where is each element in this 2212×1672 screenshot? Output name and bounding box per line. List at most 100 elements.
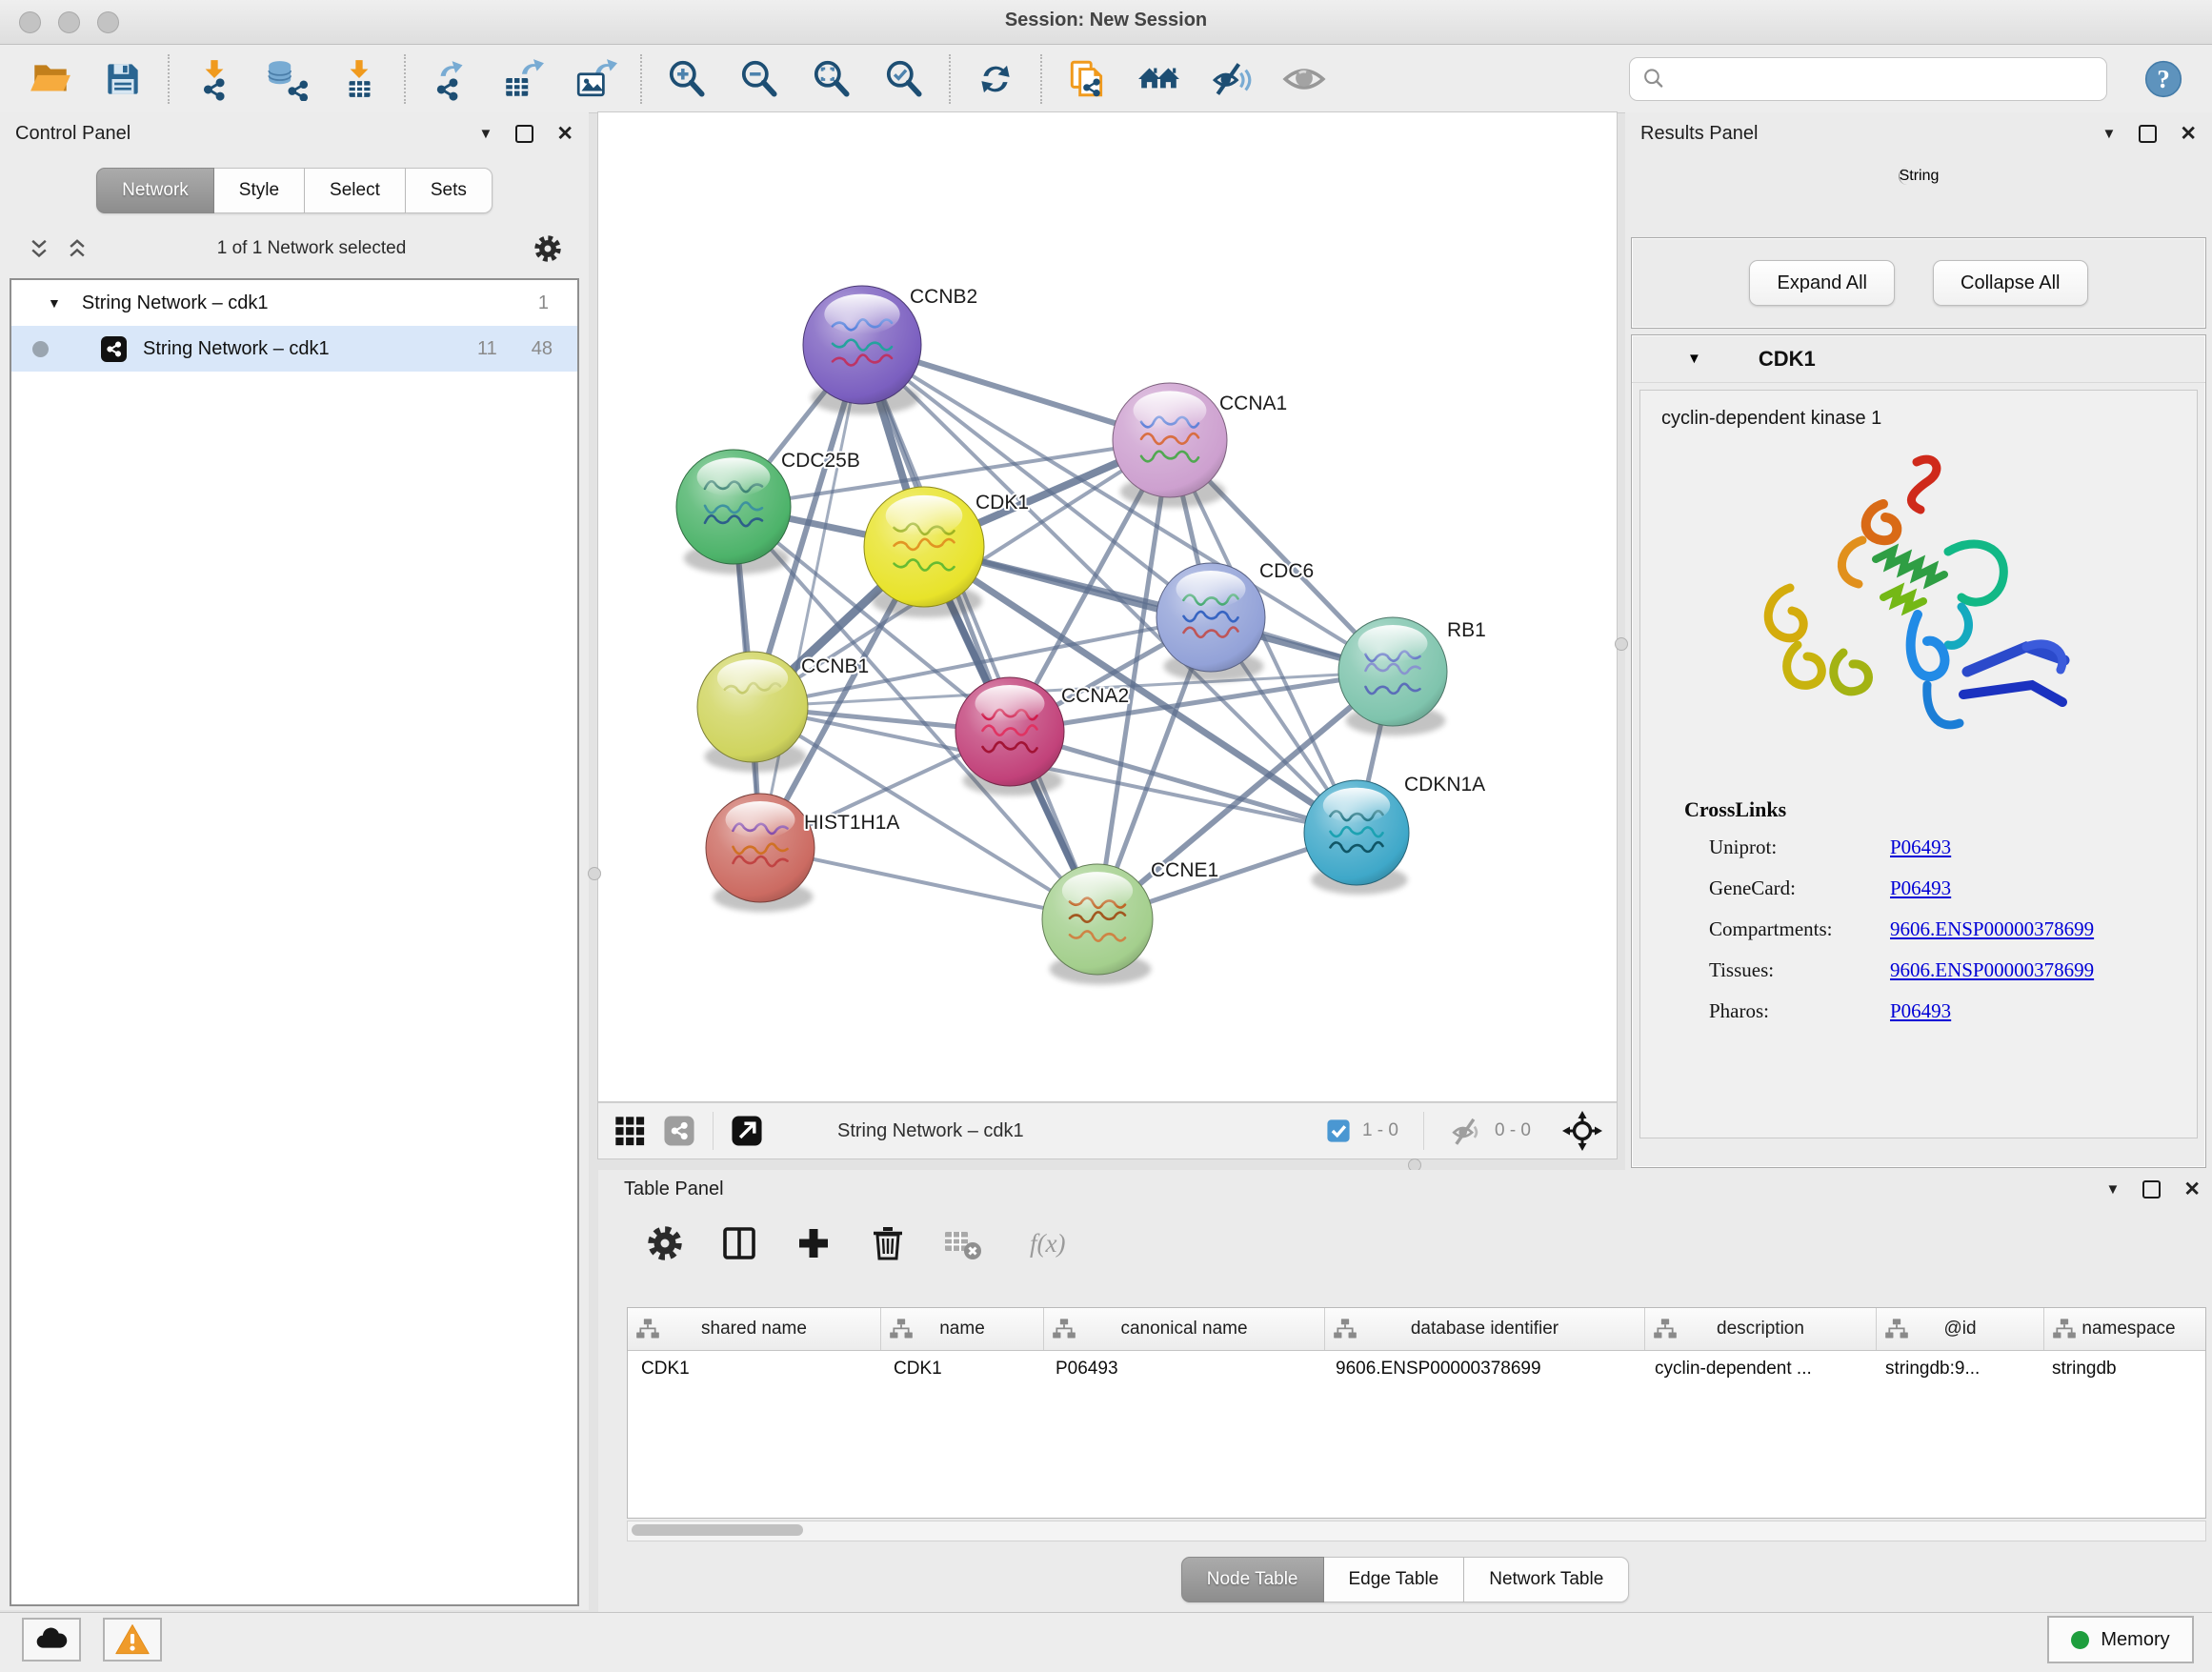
add-column-icon[interactable] xyxy=(793,1222,835,1264)
result-node-header[interactable]: ▼ CDK1 xyxy=(1632,335,2205,383)
collapse-all-networks-icon[interactable] xyxy=(25,234,53,263)
table-panel-float-icon[interactable] xyxy=(2142,1180,2161,1199)
network-node-CDK1[interactable] xyxy=(864,487,984,617)
warnings-button[interactable] xyxy=(103,1618,162,1662)
export-image-button[interactable] xyxy=(572,55,619,103)
right-splitter-handle[interactable] xyxy=(1615,637,1628,651)
tab-network[interactable]: Network xyxy=(96,168,214,213)
table-horizontal-scrollbar[interactable] xyxy=(627,1521,2206,1541)
birdseye-grid-icon[interactable] xyxy=(612,1113,648,1149)
network-view-share-icon[interactable] xyxy=(661,1113,697,1149)
control-panel-float-icon[interactable] xyxy=(515,125,533,143)
import-table-file-button[interactable] xyxy=(335,55,383,103)
table-cell[interactable]: cyclin-dependent ... xyxy=(1641,1359,1872,1380)
column-header--id[interactable]: @id xyxy=(1877,1308,2044,1350)
tab-style[interactable]: Style xyxy=(214,168,305,213)
table-options-gear-icon[interactable] xyxy=(644,1222,686,1264)
open-session-button[interactable] xyxy=(27,55,74,103)
column-header-namespace[interactable]: namespace xyxy=(2044,1308,2206,1350)
cloud-status-button[interactable] xyxy=(22,1618,81,1662)
table-panel-menu-icon[interactable]: ▼ xyxy=(2106,1182,2121,1197)
network-options-gear-icon[interactable] xyxy=(532,232,564,265)
table-panel-close-icon[interactable]: ✕ xyxy=(2183,1179,2201,1199)
detach-view-icon[interactable] xyxy=(729,1113,765,1149)
crosslink-link-3[interactable]: 9606.ENSP00000378699 xyxy=(1890,958,2094,982)
tab-node-table[interactable]: Node Table xyxy=(1181,1557,1324,1602)
zoom-in-button[interactable] xyxy=(663,55,711,103)
scrollbar-thumb[interactable] xyxy=(632,1524,803,1536)
zoom-selected-button[interactable] xyxy=(880,55,928,103)
network-node-HIST1H1A[interactable] xyxy=(706,794,814,912)
network-node-CCNA2[interactable] xyxy=(955,677,1064,796)
crosslink-link-2[interactable]: 9606.ENSP00000378699 xyxy=(1890,917,2094,941)
network-selection-status: 1 of 1 Network selected xyxy=(91,238,532,259)
search-input[interactable] xyxy=(1674,61,2097,97)
new-network-from-selection-button[interactable] xyxy=(1063,55,1111,103)
crosslink-link-4[interactable]: P06493 xyxy=(1890,999,1951,1023)
network-node-CCNB2[interactable] xyxy=(803,286,921,414)
apply-layout-button[interactable] xyxy=(972,55,1019,103)
results-panel-float-icon[interactable] xyxy=(2139,125,2157,143)
left-splitter-handle[interactable] xyxy=(588,867,601,880)
export-network-button[interactable] xyxy=(427,55,474,103)
control-panel: Control Panel ▼ ✕ Network Style Select S… xyxy=(0,112,589,1610)
network-row-selected[interactable]: String Network – cdk1 11 48 xyxy=(11,326,577,372)
table-cell[interactable]: CDK1 xyxy=(880,1359,1042,1380)
results-panel-close-icon[interactable]: ✕ xyxy=(2180,124,2197,144)
expand-all-networks-icon[interactable] xyxy=(63,234,91,263)
table-cell[interactable]: 9606.ENSP00000378699 xyxy=(1322,1359,1641,1380)
result-node-expander-icon[interactable]: ▼ xyxy=(1687,351,1701,367)
table-cell[interactable]: P06493 xyxy=(1042,1359,1322,1380)
network-node-CCNB1[interactable] xyxy=(697,652,808,772)
tab-edge-table[interactable]: Edge Table xyxy=(1324,1557,1465,1602)
network-collection-row[interactable]: ▼ String Network – cdk1 1 xyxy=(11,280,577,326)
collection-expander-icon[interactable]: ▼ xyxy=(48,295,61,311)
import-network-database-button[interactable] xyxy=(263,55,311,103)
column-header-description[interactable]: description xyxy=(1645,1308,1877,1350)
fit-selected-crosshair-icon[interactable] xyxy=(1561,1110,1603,1152)
show-all-button[interactable] xyxy=(1280,55,1328,103)
column-header-name[interactable]: name xyxy=(881,1308,1044,1350)
network-canvas[interactable]: CCNB2CCNA1CDC25BCDK1CDC6RB1CCNB1CCNA2HIS… xyxy=(598,112,1617,1102)
zoom-out-button[interactable] xyxy=(735,55,783,103)
table-row[interactable]: CDK1CDK1P064939606.ENSP00000378699cyclin… xyxy=(628,1351,2205,1387)
search-field[interactable] xyxy=(1629,57,2107,101)
memory-button[interactable]: Memory xyxy=(2047,1616,2194,1663)
crosslink-link-1[interactable]: P06493 xyxy=(1890,876,1951,900)
first-neighbors-button[interactable] xyxy=(1136,55,1183,103)
selected-nodes-checkbox[interactable] xyxy=(1324,1117,1353,1145)
crosslink-link-0[interactable]: P06493 xyxy=(1890,836,1951,859)
column-header-canonical-name[interactable]: canonical name xyxy=(1044,1308,1325,1350)
network-node-CDKN1A[interactable] xyxy=(1304,780,1409,895)
tab-network-table[interactable]: Network Table xyxy=(1464,1557,1629,1602)
table-cell[interactable]: stringdb xyxy=(2039,1359,2206,1380)
toolbar-separator xyxy=(949,54,951,104)
tab-select[interactable]: Select xyxy=(305,168,406,213)
network-node-CDC6[interactable] xyxy=(1156,563,1265,681)
network-node-count: 11 xyxy=(477,338,497,360)
collapse-all-button[interactable]: Collapse All xyxy=(1933,260,2088,306)
network-node-CDC25B[interactable] xyxy=(676,450,791,574)
control-panel-close-icon[interactable]: ✕ xyxy=(556,124,573,144)
import-network-file-button[interactable] xyxy=(191,55,238,103)
show-columns-icon[interactable] xyxy=(718,1222,760,1264)
network-node-CCNE1[interactable] xyxy=(1042,864,1153,984)
zoom-fit-button[interactable] xyxy=(808,55,855,103)
export-table-button[interactable] xyxy=(499,55,547,103)
expand-all-button[interactable]: Expand All xyxy=(1749,260,1895,306)
tab-sets[interactable]: Sets xyxy=(406,168,493,213)
network-node-RB1[interactable] xyxy=(1338,617,1447,735)
column-header-database-identifier[interactable]: database identifier xyxy=(1325,1308,1645,1350)
tab-string-results[interactable]: String xyxy=(1899,168,1940,185)
column-header-shared-name[interactable]: shared name xyxy=(628,1308,881,1350)
save-session-button[interactable] xyxy=(99,55,147,103)
node-table[interactable]: shared namenamecanonical namedatabase id… xyxy=(627,1307,2206,1519)
table-cell[interactable]: CDK1 xyxy=(628,1359,880,1380)
hide-selected-button[interactable] xyxy=(1208,55,1256,103)
table-cell[interactable]: stringdb:9... xyxy=(1872,1359,2039,1380)
results-panel-menu-icon[interactable]: ▼ xyxy=(2102,127,2117,141)
control-panel-menu-icon[interactable]: ▼ xyxy=(479,127,493,141)
help-button[interactable]: ? xyxy=(2142,57,2185,101)
network-node-CCNA1[interactable] xyxy=(1113,383,1227,508)
delete-column-icon[interactable] xyxy=(867,1222,909,1264)
